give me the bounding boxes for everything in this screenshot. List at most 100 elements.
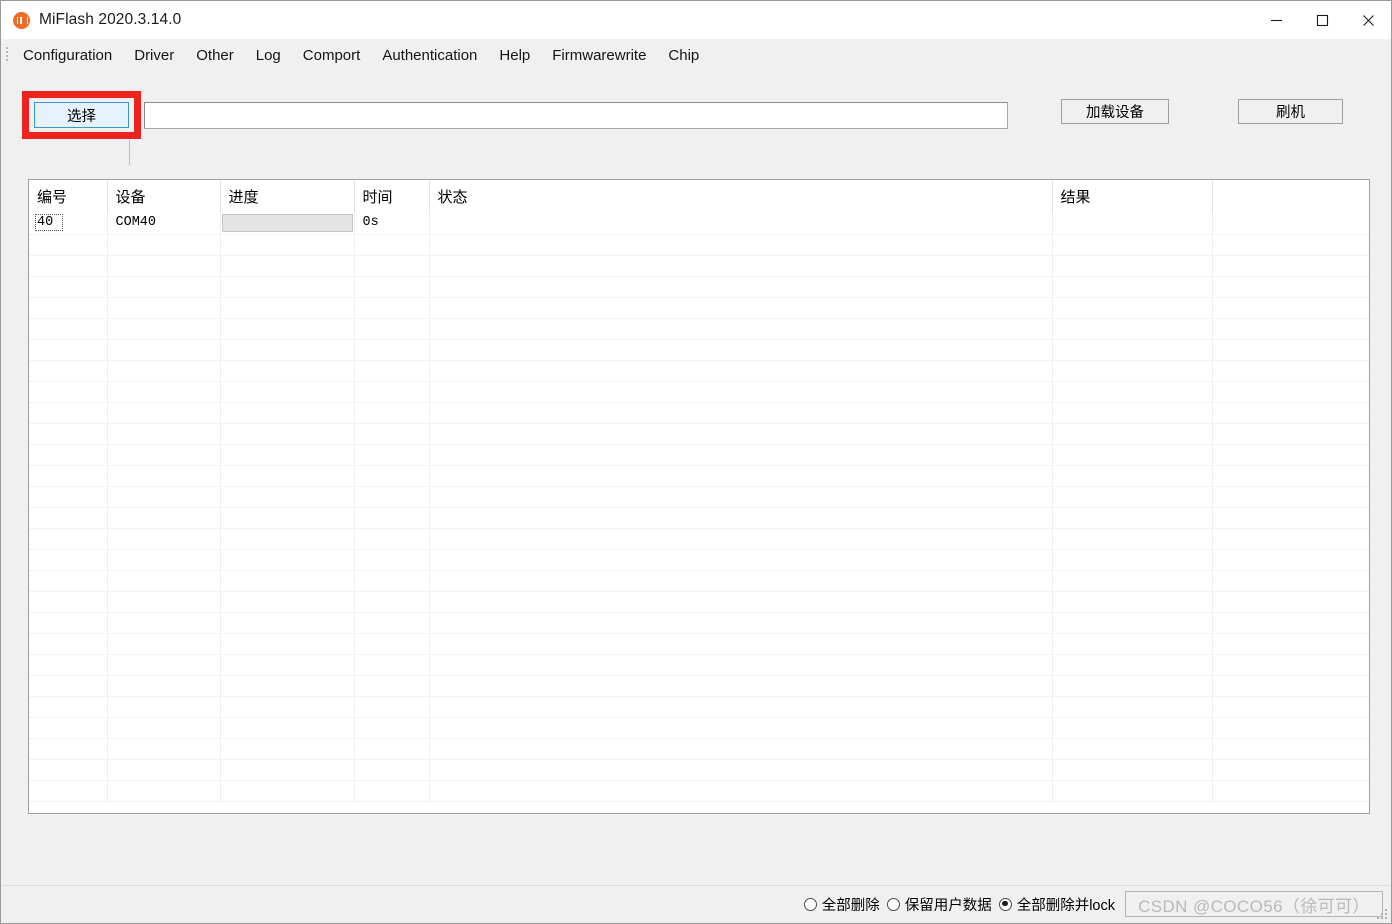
flash-button[interactable]: 刷机: [1238, 99, 1343, 124]
table-row-empty[interactable]: [29, 570, 1369, 592]
table-row-empty[interactable]: [29, 423, 1369, 445]
radio-label-delete-all-and-lock: 全部删除并lock: [1016, 897, 1115, 914]
cell-time[interactable]: 0s: [354, 212, 430, 235]
table-row-empty[interactable]: [29, 318, 1369, 340]
column-header-time[interactable]: 时间: [354, 180, 430, 212]
table-row-empty[interactable]: [29, 759, 1369, 781]
menu-item-configuration[interactable]: Configuration: [12, 44, 123, 68]
table-row-empty[interactable]: [29, 696, 1369, 718]
minimize-button[interactable]: [1253, 1, 1299, 39]
cell-empty: [107, 612, 221, 634]
table-row-empty[interactable]: [29, 444, 1369, 466]
table-row-empty[interactable]: [29, 360, 1369, 382]
mi-logo-icon: [13, 11, 30, 29]
table-row-empty[interactable]: [29, 255, 1369, 277]
column-header-device[interactable]: 设备: [107, 180, 221, 212]
cell-empty: [107, 360, 221, 382]
window-controls: [1253, 1, 1391, 39]
table-row-empty[interactable]: [29, 297, 1369, 319]
cell-empty: [107, 780, 221, 802]
cell-empty: [1052, 759, 1213, 781]
cell-empty: [1052, 654, 1213, 676]
cell-empty: [107, 549, 221, 571]
radio-label-delete-all: 全部删除: [821, 897, 880, 914]
select-button[interactable]: 选择: [34, 102, 129, 128]
load-device-button[interactable]: 加载设备: [1061, 99, 1169, 124]
cell-empty: [29, 591, 108, 613]
column-header-extra[interactable]: [1212, 180, 1369, 212]
cell-extra[interactable]: [1212, 212, 1369, 235]
table-row-empty[interactable]: [29, 549, 1369, 571]
radio-option-delete-all-and-lock[interactable]: 全部删除并lock: [998, 894, 1115, 915]
table-row-empty[interactable]: [29, 633, 1369, 655]
cell-empty: [354, 234, 430, 256]
cell-empty: [354, 528, 430, 550]
cell-empty: [354, 486, 430, 508]
menu-item-firmwarewrite[interactable]: Firmwarewrite: [541, 44, 657, 68]
firmware-path-input[interactable]: [144, 102, 1008, 129]
cell-empty: [220, 780, 355, 802]
cell-empty: [220, 255, 355, 277]
cell-empty: [354, 675, 430, 697]
cell-empty: [107, 234, 221, 256]
radio-indicator-icon: [886, 897, 900, 911]
menu-item-comport[interactable]: Comport: [292, 44, 372, 68]
cell-empty: [220, 528, 355, 550]
menu-item-chip[interactable]: Chip: [657, 44, 710, 68]
table-row-empty[interactable]: [29, 339, 1369, 361]
table-row-empty[interactable]: [29, 465, 1369, 487]
cell-empty: [220, 465, 355, 487]
cell-empty: [354, 570, 430, 592]
cell-empty: [29, 675, 108, 697]
cell-empty: [429, 297, 1053, 319]
menu-item-help[interactable]: Help: [488, 44, 541, 68]
close-button[interactable]: [1345, 1, 1391, 39]
menu-item-other[interactable]: Other: [185, 44, 245, 68]
cell-empty: [29, 738, 108, 760]
window-title: MiFlash 2020.3.14.0: [39, 11, 182, 28]
cell-empty: [29, 486, 108, 508]
cell-empty: [354, 402, 430, 424]
table-row-empty[interactable]: [29, 780, 1369, 802]
table-row-empty[interactable]: [29, 528, 1369, 550]
table-row-empty[interactable]: [29, 486, 1369, 508]
table-row-empty[interactable]: [29, 276, 1369, 298]
cell-empty: [1052, 297, 1213, 319]
cell-empty: [1212, 423, 1369, 445]
table-row-empty[interactable]: [29, 591, 1369, 613]
menu-item-driver[interactable]: Driver: [123, 44, 185, 68]
cell-empty: [429, 654, 1053, 676]
cell-empty: [1052, 738, 1213, 760]
radio-option-keep-user-data[interactable]: 保留用户数据: [886, 894, 992, 915]
radio-indicator-icon: [803, 897, 817, 911]
column-header-result[interactable]: 结果: [1052, 180, 1213, 212]
maximize-button[interactable]: [1299, 1, 1345, 39]
maximize-icon: [1316, 14, 1329, 27]
cell-empty: [1212, 570, 1369, 592]
table-row-empty[interactable]: [29, 738, 1369, 760]
cell-empty: [107, 444, 221, 466]
table-row-empty[interactable]: [29, 234, 1369, 256]
menu-item-authentication[interactable]: Authentication: [371, 44, 488, 68]
table-row-empty[interactable]: [29, 717, 1369, 739]
column-header-progress[interactable]: 进度: [220, 180, 355, 212]
cell-empty: [29, 318, 108, 340]
cell-number[interactable]: 40: [29, 212, 108, 235]
column-header-number[interactable]: 编号: [29, 180, 108, 212]
table-row-empty[interactable]: [29, 507, 1369, 529]
cell-empty: [220, 234, 355, 256]
cell-result[interactable]: [1052, 212, 1213, 235]
table-row[interactable]: 40 COM40 0s: [29, 212, 1369, 235]
cell-status[interactable]: [429, 212, 1053, 235]
table-row-empty[interactable]: [29, 675, 1369, 697]
cell-device[interactable]: COM40: [107, 212, 221, 235]
menu-item-log[interactable]: Log: [245, 44, 292, 68]
radio-option-delete-all[interactable]: 全部删除: [803, 894, 880, 915]
resize-grip-icon[interactable]: [1376, 908, 1387, 919]
cell-empty: [429, 465, 1053, 487]
column-header-status[interactable]: 状态: [429, 180, 1053, 212]
table-row-empty[interactable]: [29, 381, 1369, 403]
table-row-empty[interactable]: [29, 402, 1369, 424]
table-row-empty[interactable]: [29, 654, 1369, 676]
table-row-empty[interactable]: [29, 612, 1369, 634]
